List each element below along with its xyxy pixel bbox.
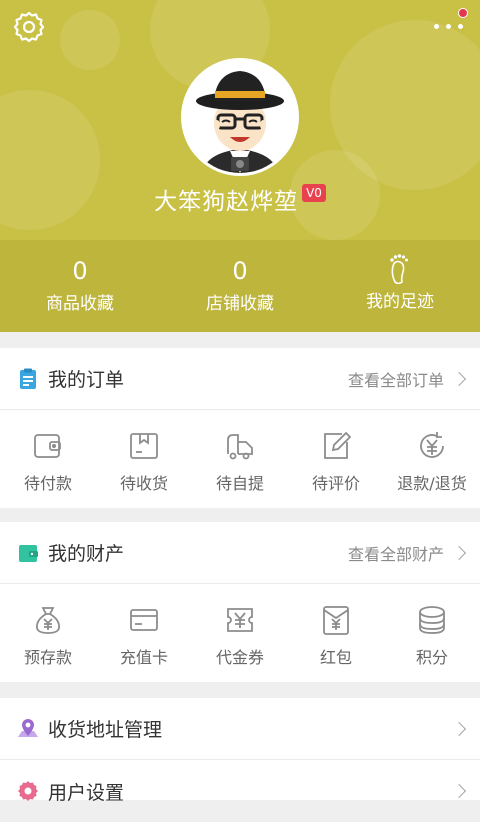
voucher-icon (227, 608, 253, 632)
menu-section: 收货地址管理 用户设置 (0, 698, 480, 804)
chevron-right-icon (451, 783, 467, 799)
notification-dot (458, 8, 468, 18)
location-icon (18, 718, 38, 737)
assets-grid: 预存款 充值卡 代金券 红包 积分 (0, 584, 480, 682)
asset-points[interactable]: 积分 (384, 584, 480, 682)
package-icon (130, 433, 158, 459)
menu-item-user-settings[interactable]: 用户设置 (0, 760, 480, 822)
settings-button[interactable] (12, 10, 46, 44)
bokeh-decoration (60, 10, 120, 70)
stat-product-favorites[interactable]: 0 商品收藏 (0, 240, 160, 332)
menu-item-label: 收货地址管理 (48, 719, 163, 741)
chevron-right-icon (451, 721, 467, 736)
coins-icon (419, 606, 445, 634)
cartoon-avatar-icon (196, 71, 284, 173)
order-item-label: 退款/退货 (397, 474, 467, 493)
username: 大笨狗赵烨堃 (154, 189, 299, 215)
edit-icon (324, 431, 352, 459)
view-all-assets-link[interactable]: 查看全部财产 (347, 541, 467, 565)
asset-deposit[interactable]: 预存款 (0, 584, 96, 682)
order-refund[interactable]: 退款/退货 (384, 410, 480, 508)
asset-recharge-card[interactable]: 充值卡 (96, 584, 192, 682)
more-dot (458, 24, 463, 29)
avatar[interactable] (181, 58, 299, 176)
order-item-label: 待收货 (119, 474, 168, 493)
order-pending-pickup[interactable]: 待自提 (192, 410, 288, 508)
clipboard-icon (20, 368, 36, 389)
chevron-right-icon (451, 371, 467, 386)
asset-voucher[interactable]: 代金券 (192, 584, 288, 682)
orders-grid: 待付款 待收货 待自提 待评价 退款/退货 (0, 410, 480, 508)
asset-item-label: 充值卡 (119, 648, 168, 667)
order-item-label: 待评价 (311, 474, 360, 493)
chevron-right-icon (451, 545, 467, 560)
view-all-orders-link[interactable]: 查看全部订单 (347, 367, 467, 391)
money-bag-icon (36, 607, 60, 634)
orders-title: 我的订单 (48, 369, 125, 391)
username-row: 大笨狗赵烨堃 V0 (0, 182, 480, 216)
vip-badge: V0 (302, 184, 326, 202)
stat-value: 0 (72, 257, 88, 285)
assets-header[interactable]: 我的财产 查看全部财产 (0, 522, 480, 584)
stat-value: 0 (232, 257, 248, 285)
menu-item-address[interactable]: 收货地址管理 (0, 698, 480, 760)
assets-title: 我的财产 (48, 543, 125, 565)
card-icon (130, 609, 158, 631)
gear-icon (13, 11, 45, 43)
asset-item-label: 代金券 (215, 648, 264, 667)
asset-item-label: 预存款 (23, 648, 72, 667)
stat-label: 店铺收藏 (206, 294, 274, 314)
stat-footprints[interactable]: 我的足迹 (320, 240, 480, 332)
order-item-label: 待自提 (215, 474, 264, 493)
more-button[interactable] (430, 8, 470, 40)
order-item-label: 待付款 (23, 474, 72, 493)
assets-section: 我的财产 查看全部财产 预存款 充值卡 代金券 红包 积分 (0, 522, 480, 682)
menu-item-label: 用户设置 (48, 781, 125, 804)
wallet-icon (34, 434, 61, 458)
wallet-icon (19, 544, 38, 562)
more-dot (434, 24, 439, 29)
truck-icon (227, 434, 253, 460)
orders-section: 我的订单 查看全部订单 待付款 待收货 待自提 待评价 退款/退货 (0, 348, 480, 508)
view-all-assets-label: 查看全部财产 (347, 544, 444, 564)
stat-store-favorites[interactable]: 0 店铺收藏 (160, 240, 320, 332)
more-dot (446, 24, 451, 29)
asset-item-label: 积分 (415, 648, 448, 667)
gear-icon (18, 781, 38, 801)
refund-icon (420, 432, 444, 458)
orders-header[interactable]: 我的订单 查看全部订单 (0, 348, 480, 410)
red-envelope-icon (323, 606, 349, 635)
asset-red-envelope[interactable]: 红包 (288, 584, 384, 682)
stat-label: 我的足迹 (366, 292, 434, 312)
asset-item-label: 红包 (319, 648, 352, 667)
order-pending-review[interactable]: 待评价 (288, 410, 384, 508)
view-all-orders-label: 查看全部订单 (347, 370, 444, 390)
order-pending-receipt[interactable]: 待收货 (96, 410, 192, 508)
order-pending-payment[interactable]: 待付款 (0, 410, 96, 508)
stats-bar: 0 商品收藏 0 店铺收藏 我的足迹 (0, 240, 480, 332)
profile-header: 大笨狗赵烨堃 V0 0 商品收藏 0 店铺收藏 我的足迹 (0, 0, 480, 332)
footprint-icon (390, 254, 408, 284)
footprint-icon-wrap (320, 252, 480, 284)
stat-label: 商品收藏 (46, 294, 114, 314)
